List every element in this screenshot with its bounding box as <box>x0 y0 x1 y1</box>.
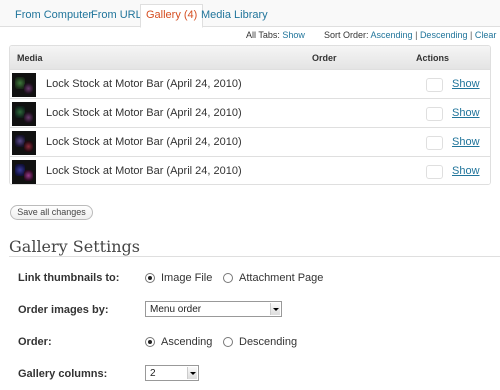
sort-clear-link[interactable]: Clear <box>475 30 497 40</box>
order-images-by-select[interactable]: Menu order <box>145 301 282 317</box>
save-all-changes-button[interactable]: Save all changes <box>10 205 93 220</box>
gallery-columns-select[interactable]: 2 <box>145 365 199 381</box>
media-table: Media Order Actions Lock Stock at Motor … <box>9 45 491 185</box>
radio-button[interactable] <box>145 273 155 283</box>
table-row: Lock Stock at Motor Bar (April 24, 2010)… <box>10 71 490 99</box>
tab-gallery[interactable]: Gallery (4) <box>140 4 204 28</box>
media-title: Lock Stock at Motor Bar (April 24, 2010) <box>46 165 242 177</box>
gallery-columns-label: Gallery columns: <box>18 368 108 380</box>
radio-button[interactable] <box>223 273 233 283</box>
table-row: Lock Stock at Motor Bar (April 24, 2010)… <box>10 158 490 184</box>
table-row: Lock Stock at Motor Bar (April 24, 2010)… <box>10 129 490 157</box>
all-tabs-control: All Tabs: Show <box>246 30 305 40</box>
show-link[interactable]: Show <box>452 78 480 90</box>
menu-order-input[interactable] <box>426 165 443 179</box>
divider <box>9 256 500 257</box>
select-value: Menu order <box>150 304 202 315</box>
tab-media-library[interactable]: Media Library <box>196 6 273 27</box>
order-label: Order: <box>18 336 52 348</box>
radio-button[interactable] <box>223 337 233 347</box>
sort-separator: | <box>469 30 473 40</box>
media-title: Lock Stock at Motor Bar (April 24, 2010) <box>46 136 242 148</box>
media-thumbnail <box>12 102 36 126</box>
sort-descending-link[interactable]: Descending <box>420 30 468 40</box>
sort-separator: | <box>415 30 418 40</box>
show-link[interactable]: Show <box>452 136 480 148</box>
media-thumbnail <box>12 160 36 184</box>
radio-button[interactable] <box>145 337 155 347</box>
radio-label: Attachment Page <box>239 272 324 284</box>
media-title: Lock Stock at Motor Bar (April 24, 2010) <box>46 107 242 119</box>
media-tabs: From Computer From URL Gallery (4) Media… <box>0 0 500 28</box>
menu-order-input[interactable] <box>426 78 443 92</box>
sort-order-control: Sort Order: Ascending | Descending | Cle… <box>324 30 496 40</box>
chevron-down-icon[interactable] <box>270 303 280 315</box>
radio-label: Ascending <box>161 336 213 348</box>
media-thumbnail <box>12 131 36 155</box>
radio-descending[interactable]: Descending <box>223 336 303 349</box>
radio-label: Descending <box>239 336 298 348</box>
sort-order-label: Sort Order: <box>324 30 369 40</box>
table-header: Media Order Actions <box>10 46 490 70</box>
tab-from-url[interactable]: From URL <box>86 6 147 27</box>
radio-ascending[interactable]: Ascending <box>145 336 215 349</box>
header-order[interactable]: Order <box>312 53 337 63</box>
radio-label: Image File <box>161 272 213 284</box>
radio-attachment-page[interactable]: Attachment Page <box>223 272 324 285</box>
all-tabs-label: All Tabs: <box>246 30 280 40</box>
all-tabs-show-link[interactable]: Show <box>282 30 305 40</box>
sort-ascending-link[interactable]: Ascending <box>371 30 413 40</box>
tab-from-computer[interactable]: From Computer <box>10 6 97 27</box>
show-link[interactable]: Show <box>452 107 480 119</box>
table-row: Lock Stock at Motor Bar (April 24, 2010)… <box>10 100 490 128</box>
select-value: 2 <box>150 368 156 379</box>
chevron-down-icon[interactable] <box>187 367 197 379</box>
header-actions: Actions <box>416 53 450 63</box>
link-thumbnails-label: Link thumbnails to: <box>18 272 120 284</box>
radio-image-file[interactable]: Image File <box>145 272 215 285</box>
gallery-settings-title: Gallery Settings <box>9 237 140 256</box>
header-media: Media <box>17 53 43 63</box>
menu-order-input[interactable] <box>426 136 443 150</box>
media-thumbnail <box>12 73 36 97</box>
order-images-by-label: Order images by: <box>18 304 109 316</box>
menu-order-input[interactable] <box>426 107 443 121</box>
show-link[interactable]: Show <box>452 165 480 177</box>
media-title: Lock Stock at Motor Bar (April 24, 2010) <box>46 78 242 90</box>
